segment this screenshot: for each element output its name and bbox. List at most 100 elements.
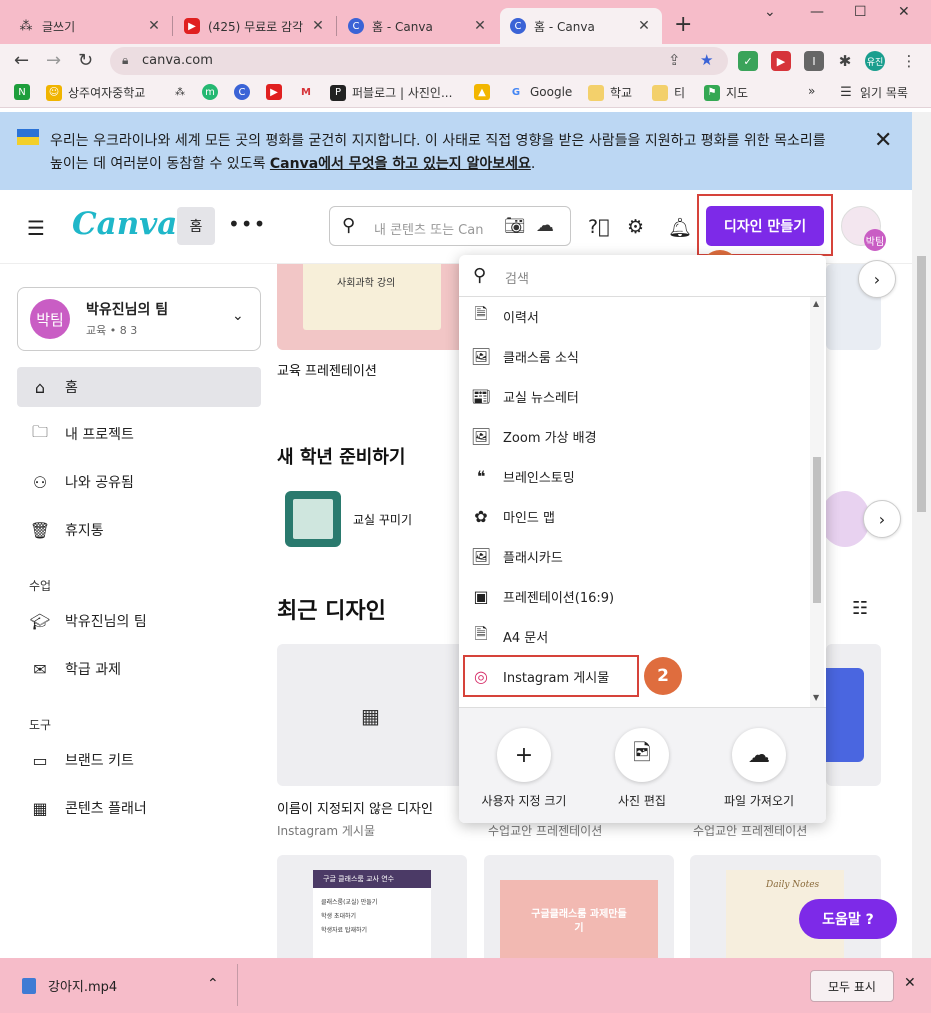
show-all-downloads-button[interactable]: 모두 표시 [810,970,894,1002]
extension-info-icon[interactable]: I [804,51,824,71]
page-scrollbar-thumb[interactable] [917,256,926,512]
bookmark-folder-school[interactable]: 학교 [588,84,632,101]
notification-bell-icon[interactable]: 🔔︎ [668,216,692,239]
design-type-resume[interactable]: 🗎 이력서 [469,297,809,335]
canva-logo[interactable]: Canva [72,206,177,242]
sidebar-item-shared[interactable]: ⚇ 나와 공유됨 [17,462,261,502]
browser-tab[interactable]: C 홈 - Canva ✕ [338,8,498,44]
dropdown-search-input[interactable]: ⚲ 검색 [459,255,826,297]
sidebar-item-trash[interactable]: 🗑︎ 휴지통 [17,510,261,550]
design-type-zoom-background[interactable]: 🖼︎ Zoom 가상 배경 [469,417,809,455]
minimize-icon[interactable]: — [810,4,824,20]
sidebar-item-projects[interactable]: 🗀 내 프로젝트 [17,414,261,454]
chevron-up-icon[interactable]: ⌃ [207,976,219,992]
home-button[interactable]: 홈 [177,207,215,245]
bookmark-publog[interactable]: P 퍼블로그 | 사진인... [330,84,452,101]
new-tab-icon[interactable]: + [674,12,692,37]
design-type-presentation[interactable]: ▣ 프레젠테이션(16:9) [469,577,809,615]
close-icon[interactable]: ✕ [472,18,488,34]
bookmark-m-icon[interactable]: m [202,84,224,100]
share-icon[interactable]: ⇪ [668,51,681,69]
bookmark-drive-icon[interactable]: ▲ [474,84,496,100]
sidebar-item-assignments[interactable]: ✉ 학급 과제 [17,649,261,689]
photo-edit-button[interactable]: 🖻 사진 편집 [587,728,697,809]
bookmark-folder-t[interactable]: 티 [652,84,685,101]
design-type-a4-document[interactable]: 🗎 A4 문서 [469,617,809,655]
sidebar-item-brand-kit[interactable]: ▭ 브랜드 키트 [17,740,261,780]
classroom-decor-thumbnail[interactable] [285,491,341,547]
reload-icon[interactable]: ↻ [78,50,93,71]
profile-avatar[interactable]: 유진 [865,51,885,71]
bookmark-canva-icon[interactable]: C [234,84,256,100]
template-label[interactable]: 교육 프레젠테이션 [277,360,377,379]
design-type-flashcard[interactable]: 🖼︎ 플래시카드 [469,537,809,575]
close-download-bar-icon[interactable]: ✕ [904,975,916,991]
carousel-next-icon[interactable]: › [863,500,901,538]
section-title-new-year: 새 학년 준비하기 [277,447,406,468]
window-close-icon[interactable]: ✕ [898,4,910,20]
carousel-next-icon[interactable]: › [858,260,896,298]
upload-cloud-icon[interactable]: ☁ [536,215,554,236]
reading-list[interactable]: ☰ 읽기 목록 [838,84,908,101]
content-search-input[interactable]: ⚲ 내 콘텐츠 또는 Canva 📷︎ ☁ [329,206,571,246]
maximize-icon[interactable]: ☐ [854,4,867,20]
back-icon[interactable]: ← [14,50,29,71]
design-type-brainstorm[interactable]: ❝ 브레인스토밍 [469,457,809,495]
close-icon[interactable]: ✕ [146,18,162,34]
bookmarks-overflow-icon[interactable]: » [808,84,815,98]
extensions-puzzle-icon[interactable]: ✱ [835,51,855,71]
bookmark-tistory-icon[interactable]: ⁂ [172,84,194,100]
bookmark-n-icon[interactable]: N [14,84,36,100]
recent-design-thumbnail[interactable]: 구글 클래스룸 교사 연수 클래스룸(교실) 만들기 학생 초대하기 학생자료 … [277,855,467,958]
bookmark-youtube-icon[interactable]: ▶ [266,84,288,100]
scrollbar-thumb[interactable] [813,457,821,603]
close-icon[interactable]: ✕ [310,18,326,34]
scroll-up-icon[interactable]: ▲ [813,299,819,308]
bookmark-school[interactable]: ☺ 상주여자중학교 [46,84,145,101]
more-icon[interactable]: ••• [228,212,266,236]
extension-shield-icon[interactable]: ✓ [738,51,758,71]
tab-search-icon[interactable]: ⌄ [764,4,776,20]
browser-menu-icon[interactable]: ⋮ [899,51,919,71]
settings-gear-icon[interactable]: ⚙ [627,216,644,238]
recent-design-title[interactable]: 이름이 지정되지 않은 디자인 [277,798,433,817]
banner-link[interactable]: Canva에서 무엇을 하고 있는지 알아보세요 [270,156,531,172]
dropdown-scrollbar[interactable]: ▲ ▼ [810,297,824,707]
team-switcher[interactable]: 박팀 박유진님의 팀 교육 • 8 3 ⌄ [17,287,261,351]
camera-icon[interactable]: 📷︎ [504,216,526,236]
bookmark-maps[interactable]: ⚑ 지도 [704,84,748,101]
page-scrollbar[interactable] [912,112,931,958]
bookmark-star-icon[interactable]: ★ [700,51,713,69]
recent-design-thumbnail[interactable]: ▦ [277,644,467,786]
list-view-icon[interactable]: ☷ [852,598,868,619]
education-presentation-thumbnail[interactable]: 사회과학 강의 [277,264,467,350]
scroll-down-icon[interactable]: ▼ [813,693,819,702]
help-button[interactable]: 도움말 ? [799,899,897,939]
sidebar-item-class-team[interactable]: 🎓︎ 박유진님의 팀 [17,601,261,641]
bookmark-gmail-icon[interactable]: M [298,84,320,100]
close-icon[interactable]: ✕ [636,18,652,34]
browser-tab[interactable]: ⁂ 글쓰기 ✕ [8,8,172,44]
help-circle-icon[interactable]: ?⃝ [588,216,610,238]
classroom-decor-label[interactable]: 교실 꾸미기 [353,511,412,528]
sidebar-item-home[interactable]: ⌂ 홈 [17,367,261,407]
account-avatar[interactable]: 박팀 [841,206,886,251]
forward-icon[interactable]: → [46,50,61,71]
recent-design-thumbnail[interactable]: 구글클래스룸 과제만들기 [484,855,674,958]
recent-design-thumbnail-partial[interactable] [826,644,881,786]
design-type-mindmap[interactable]: ✿ 마인드 맵 [469,497,809,535]
custom-size-button[interactable]: + 사용자 지정 크기 [469,728,579,809]
import-file-button[interactable]: ☁ 파일 가져오기 [704,728,814,809]
banner-close-icon[interactable]: ✕ [874,128,892,153]
peace-banner: 우리는 우크라이나와 세계 모든 곳의 평화를 굳건히 지지합니다. 이 사태로… [0,112,912,190]
bookmark-google[interactable]: G Google [508,84,572,100]
menu-icon[interactable]: ☰ [27,216,45,240]
url-input[interactable]: 🔒︎ canva.com ⇪ ★ [110,47,728,75]
sidebar-item-content-planner[interactable]: ▦ 콘텐츠 플래너 [17,788,261,828]
browser-tab-active[interactable]: C 홈 - Canva ✕ [500,8,662,44]
extension-video-icon[interactable]: ▶ [771,51,791,71]
design-type-newsletter[interactable]: 📰︎ 교실 뉴스레터 [469,377,809,415]
browser-tab[interactable]: ▶ (425) 무료로 감각 ✕ [174,8,336,44]
design-type-class-news[interactable]: 🖼︎ 클래스룸 소식 [469,337,809,375]
download-item[interactable]: 강아지.mp4 [22,976,117,995]
